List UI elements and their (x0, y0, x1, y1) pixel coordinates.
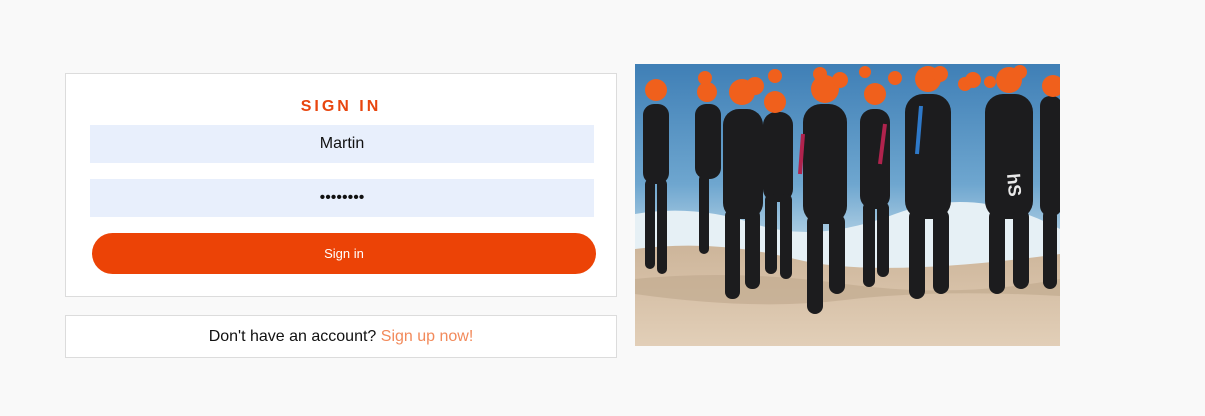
signup-card: Don't have an account? Sign up now! (65, 315, 617, 358)
hero-image: hS (635, 64, 1060, 346)
password-input[interactable] (90, 179, 594, 217)
signup-link[interactable]: Sign up now! (381, 328, 474, 345)
svg-text:hS: hS (1003, 173, 1025, 198)
triathletes-photo: hS (635, 64, 1060, 346)
page: SIGN IN Sign in Don't have an account? S… (0, 0, 1205, 416)
username-input[interactable] (90, 125, 594, 163)
sign-in-button[interactable]: Sign in (92, 233, 596, 274)
login-card: SIGN IN Sign in (65, 73, 617, 297)
login-title: SIGN IN (300, 98, 382, 115)
signup-prompt: Don't have an account? (208, 328, 377, 345)
